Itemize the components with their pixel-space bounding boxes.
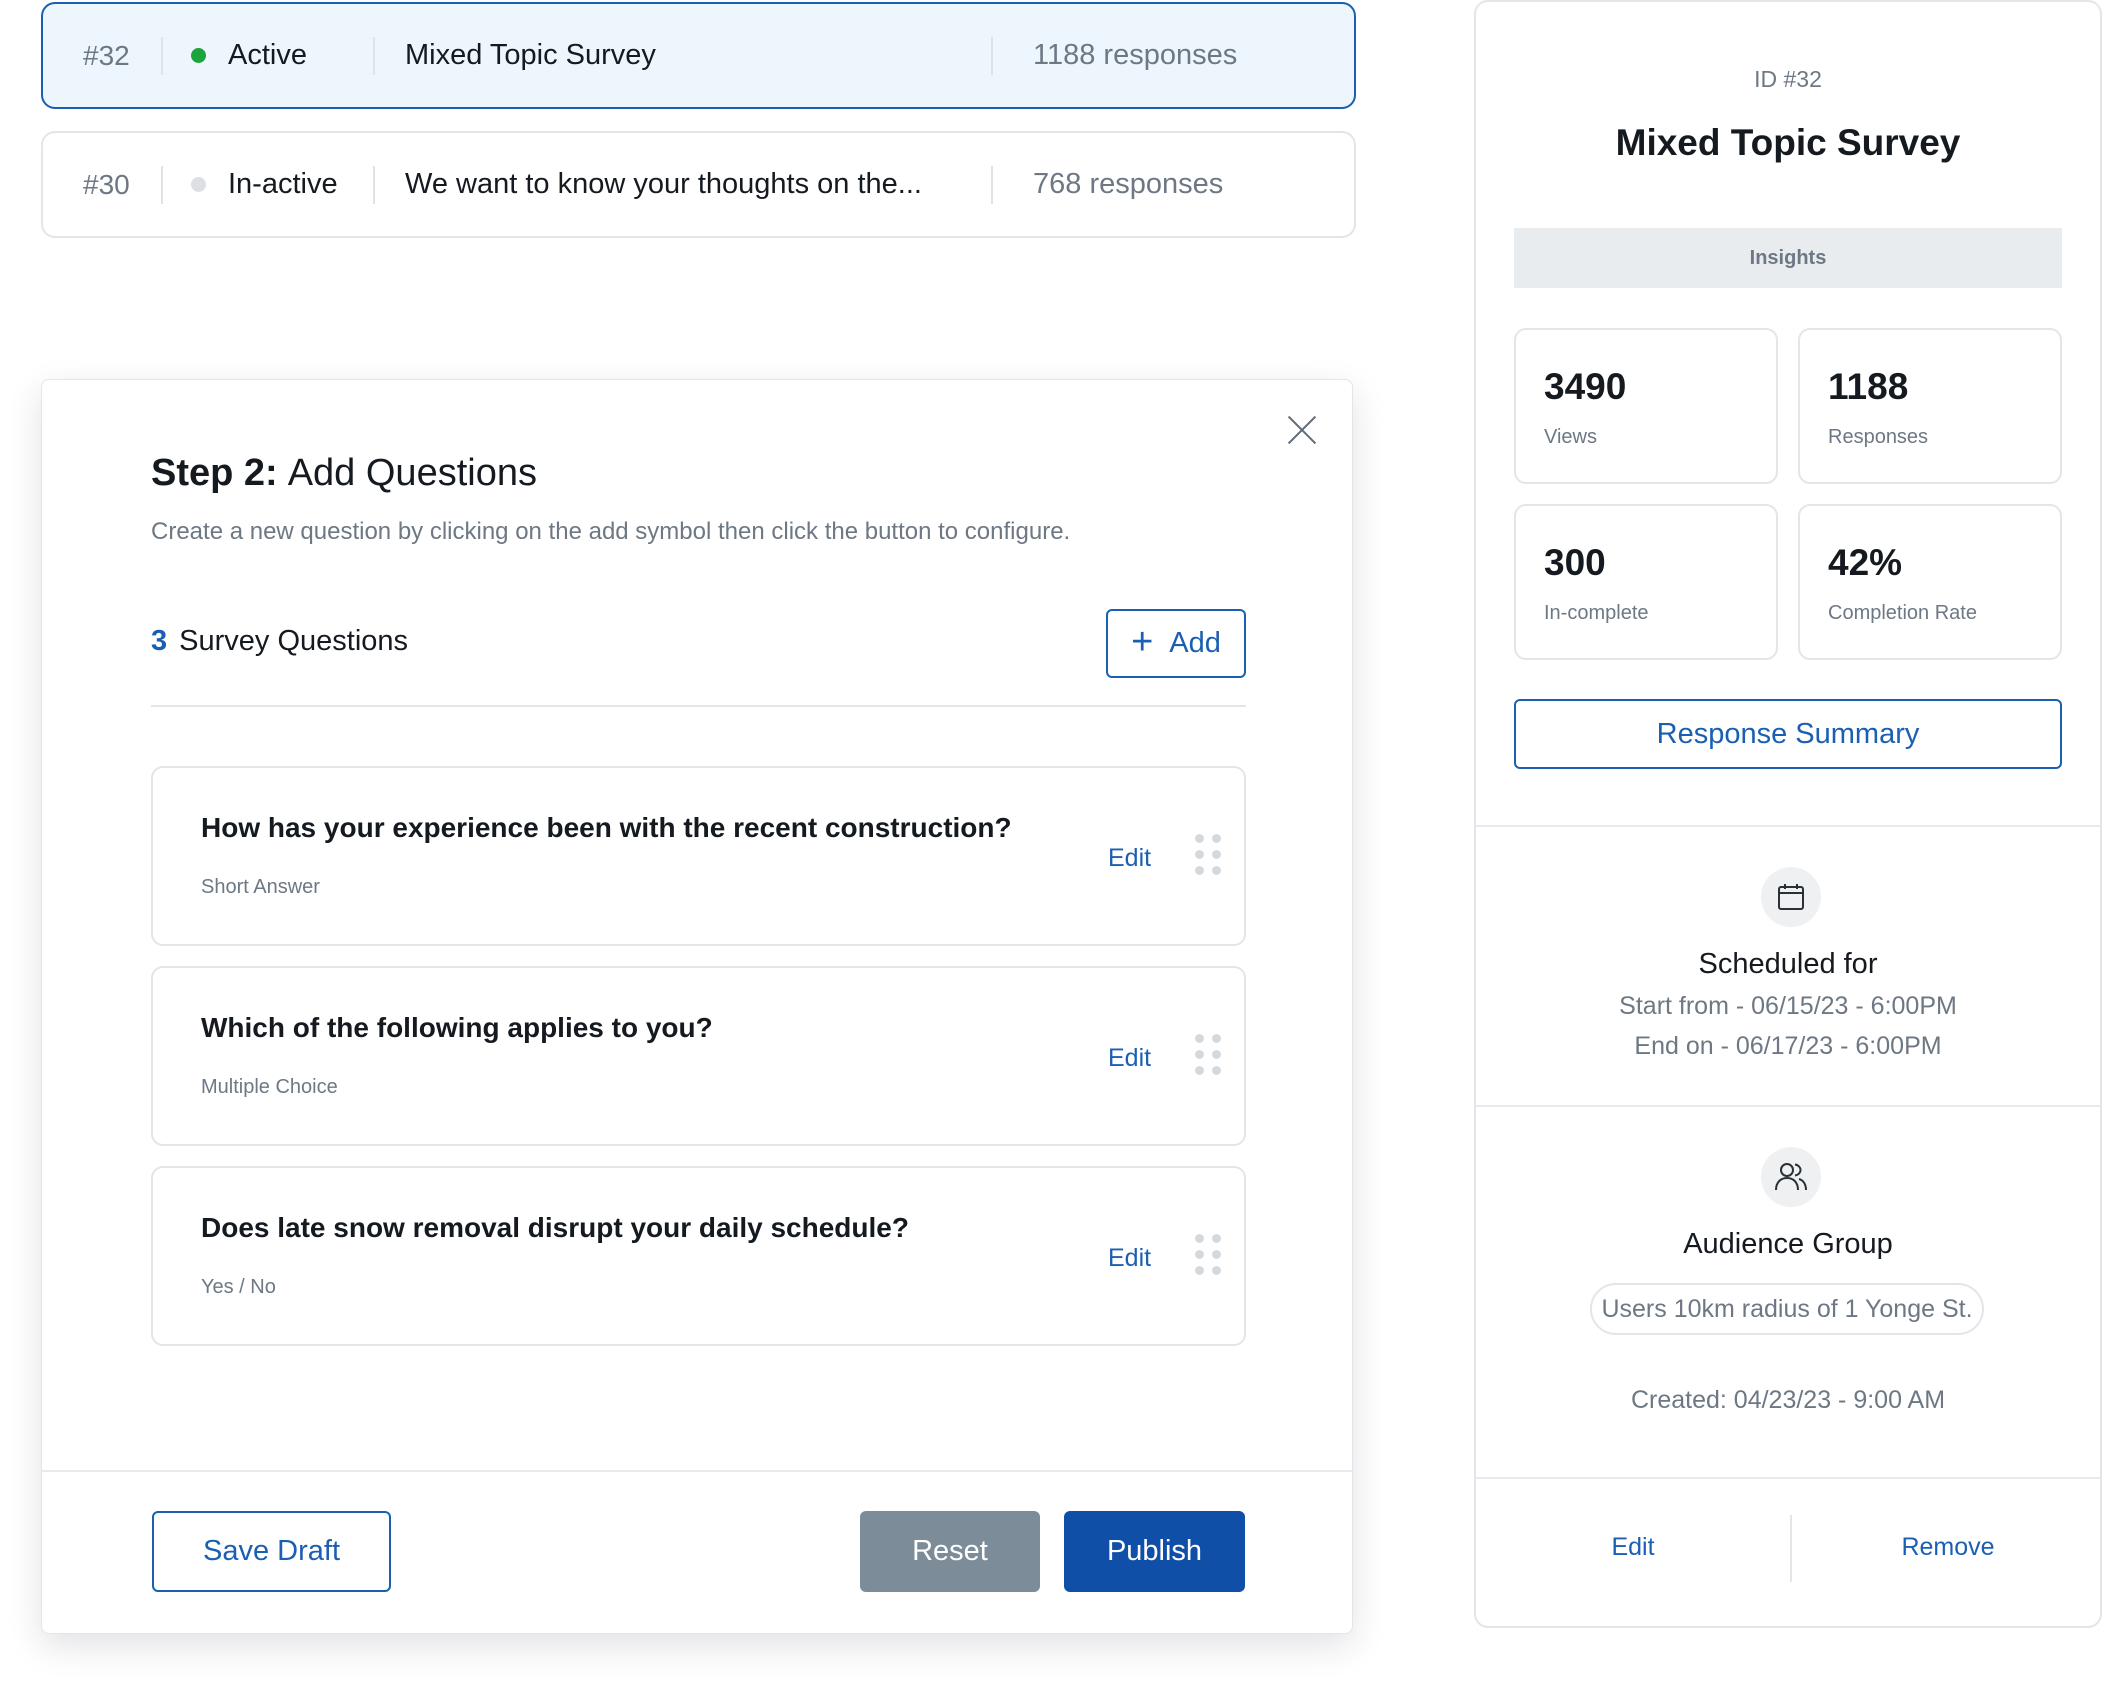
question-card: How has your experience been with the re… xyxy=(151,766,1246,946)
audience-title: Audience Group xyxy=(1683,1228,1893,1260)
question-card: Does late snow removal disrupt your dail… xyxy=(151,1166,1246,1346)
edit-question-button[interactable]: Edit xyxy=(1108,1244,1151,1273)
reset-button[interactable]: Reset xyxy=(860,1511,1040,1592)
drag-handle-icon[interactable] xyxy=(1195,834,1221,876)
status-dot-inactive xyxy=(191,177,206,192)
divider xyxy=(1476,1477,2100,1479)
insights-header: Insights xyxy=(1514,228,2062,288)
stat-label: Responses xyxy=(1828,426,1929,448)
question-text: Which of the following applies to you? xyxy=(201,1012,713,1043)
schedule-end: End on - 06/17/23 - 6:00PM xyxy=(1634,1032,1942,1060)
step-title: Add Questions xyxy=(287,452,537,494)
stat-value: 3490 xyxy=(1544,366,1627,407)
question-text: Does late snow removal disrupt your dail… xyxy=(201,1212,909,1243)
edit-question-button[interactable]: Edit xyxy=(1108,1044,1151,1073)
status-label: In-active xyxy=(228,168,338,200)
survey-row-32[interactable]: #32 Active Mixed Topic Survey 1188 respo… xyxy=(41,2,1356,109)
stat-label: Views xyxy=(1544,426,1597,448)
survey-title: Mixed Topic Survey xyxy=(405,39,656,71)
audience-group-pill: Users 10km radius of 1 Yonge St. xyxy=(1590,1283,1984,1335)
modal-description: Create a new question by clicking on the… xyxy=(151,518,1071,545)
calendar-icon xyxy=(1761,867,1821,927)
close-icon[interactable] xyxy=(1286,414,1318,446)
stat-card-completion-rate: 42% Completion Rate xyxy=(1798,504,2062,660)
add-question-button[interactable]: + Add xyxy=(1106,609,1246,678)
save-draft-button[interactable]: Save Draft xyxy=(152,1511,391,1592)
divider xyxy=(1476,1105,2100,1107)
survey-detail-title: Mixed Topic Survey xyxy=(1615,122,1961,163)
stat-value: 300 xyxy=(1544,542,1606,583)
question-card: Which of the following applies to you? M… xyxy=(151,966,1246,1146)
stat-label: In-complete xyxy=(1544,602,1649,624)
drag-handle-icon[interactable] xyxy=(1195,1234,1221,1276)
stat-label: Completion Rate xyxy=(1828,602,1977,624)
question-type: Short Answer xyxy=(201,876,320,898)
remove-survey-button[interactable]: Remove xyxy=(1792,1533,2102,1562)
divider xyxy=(151,705,1246,707)
survey-status: In-active xyxy=(163,168,373,201)
survey-responses: 768 responses xyxy=(1033,168,1224,200)
response-summary-button[interactable]: Response Summary xyxy=(1514,699,2062,769)
edit-survey-button[interactable]: Edit xyxy=(1476,1533,1790,1562)
survey-title: We want to know your thoughts on the... xyxy=(405,168,922,200)
question-count: 3 Survey Questions xyxy=(151,625,408,658)
survey-responses: 1188 responses xyxy=(1033,39,1238,71)
question-type: Yes / No xyxy=(201,1276,276,1298)
drag-handle-icon[interactable] xyxy=(1195,1034,1221,1076)
publish-button[interactable]: Publish xyxy=(1064,1511,1245,1592)
survey-status: Active xyxy=(163,39,373,72)
edit-question-button[interactable]: Edit xyxy=(1108,844,1151,873)
survey-row-30[interactable]: #30 In-active We want to know your thoug… xyxy=(41,131,1356,238)
survey-id: #30 xyxy=(83,168,130,200)
status-dot-active xyxy=(191,48,206,63)
add-label: Add xyxy=(1169,627,1221,659)
stat-card-views: 3490 Views xyxy=(1514,328,1778,484)
stat-value: 1188 xyxy=(1828,366,1909,407)
stat-card-incomplete: 300 In-complete xyxy=(1514,504,1778,660)
schedule-start: Start from - 06/15/23 - 6:00PM xyxy=(1619,992,1957,1020)
survey-id: #32 xyxy=(83,39,130,71)
survey-detail-panel: ID #32 Mixed Topic Survey Insights 3490 … xyxy=(1474,0,2102,1628)
stat-card-responses: 1188 Responses xyxy=(1798,328,2062,484)
question-text: How has your experience been with the re… xyxy=(201,812,1012,843)
add-questions-modal: Step 2: Add Questions Create a new questi… xyxy=(41,379,1353,1634)
scheduled-title: Scheduled for xyxy=(1698,948,1878,980)
divider xyxy=(1476,825,2100,827)
stat-value: 42% xyxy=(1828,542,1903,583)
survey-id-label: ID #32 xyxy=(1754,66,1822,92)
question-type: Multiple Choice xyxy=(201,1076,338,1098)
plus-icon: + xyxy=(1131,620,1154,663)
question-count-number: 3 xyxy=(151,625,168,657)
step-label: Step 2: xyxy=(151,452,278,494)
question-count-label: Survey Questions xyxy=(179,625,409,657)
status-label: Active xyxy=(228,39,307,71)
created-timestamp: Created: 04/23/23 - 9:00 AM xyxy=(1630,1386,1946,1414)
modal-title: Step 2: Add Questions xyxy=(151,452,537,495)
modal-footer-divider xyxy=(42,1470,1352,1472)
users-icon xyxy=(1761,1147,1821,1207)
